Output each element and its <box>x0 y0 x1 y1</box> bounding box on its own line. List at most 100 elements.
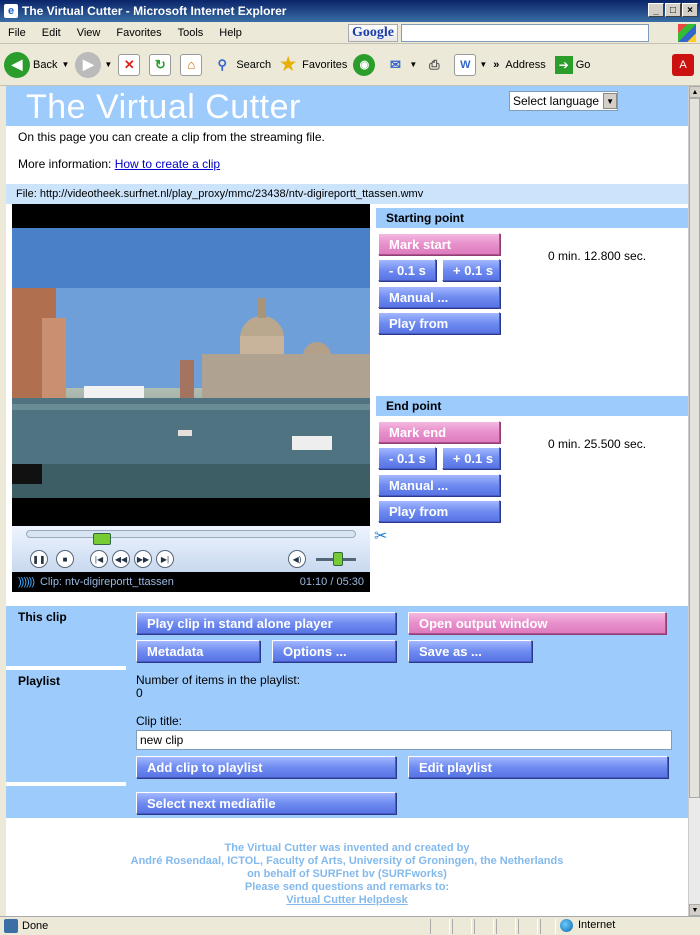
seek-bar[interactable] <box>26 530 356 545</box>
fast-forward-button[interactable]: ▶▶ <box>134 550 152 568</box>
save-as-button[interactable]: Save as ... <box>408 640 532 662</box>
search-button[interactable]: ⚲ Search <box>211 54 272 76</box>
window-title: The Virtual Cutter - Microsoft Internet … <box>22 4 287 18</box>
google-button[interactable]: Google <box>348 24 398 42</box>
video-player[interactable]: ❚❚ ■ |◀ ◀◀ ▶▶ ▶| ◀) )))))) Clip: ntv-dig… <box>12 204 370 592</box>
menu-favorites[interactable]: Favorites <box>108 27 169 39</box>
forward-arrow-icon: ▶ <box>75 51 102 78</box>
player-time: 01:10 / 05:30 <box>299 576 364 588</box>
status-text: Done <box>0 919 48 933</box>
divider <box>6 782 126 786</box>
edit-playlist-button[interactable]: Edit playlist <box>408 756 668 778</box>
scroll-down-icon[interactable]: ▼ <box>689 904 700 916</box>
edit-button[interactable]: W ▼ <box>454 53 487 76</box>
clip-name: Clip: ntv-digireportt_ttassen <box>39 576 174 588</box>
select-next-mediafile-button[interactable]: Select next mediafile <box>136 792 396 814</box>
status-cell <box>518 919 538 934</box>
scroll-up-icon[interactable]: ▲ <box>689 86 700 98</box>
mark-end-button[interactable]: Mark end <box>378 421 500 443</box>
language-select[interactable]: Select language ▼ <box>509 91 619 111</box>
stop-icon: ✕ <box>118 53 141 76</box>
seek-thumb[interactable] <box>93 533 111 545</box>
go-button[interactable]: ➔ Go <box>552 55 591 74</box>
rewind-button[interactable]: ◀◀ <box>112 550 130 568</box>
refresh-button[interactable]: ↻ <box>149 53 174 76</box>
stop-button[interactable]: ■ <box>56 550 74 568</box>
forward-button[interactable]: ▶ ▼ <box>75 51 113 78</box>
menu-edit[interactable]: Edit <box>34 27 69 39</box>
scroll-thumb[interactable] <box>689 98 700 798</box>
metadata-button[interactable]: Metadata <box>136 640 260 662</box>
media-button[interactable]: ◉ <box>353 53 378 76</box>
clip-title-input[interactable]: new clip <box>136 730 672 750</box>
pause-button[interactable]: ❚❚ <box>30 550 48 568</box>
maximize-button[interactable]: □ <box>665 3 681 17</box>
menu-tools[interactable]: Tools <box>170 27 212 39</box>
end-play-from-button[interactable]: Play from <box>378 500 500 522</box>
stop-button[interactable]: ✕ <box>118 53 143 76</box>
play-standalone-button[interactable]: Play clip in stand alone player <box>136 612 396 634</box>
volume-thumb[interactable] <box>333 552 343 566</box>
back-button[interactable]: ◀ Back ▼ <box>4 51 70 78</box>
back-arrow-icon: ◀ <box>4 51 30 78</box>
footer: The Virtual Cutter was invented and crea… <box>6 818 688 916</box>
media-icon: ◉ <box>353 53 376 76</box>
page-content: The Virtual Cutter Select language ▼ On … <box>6 86 688 916</box>
ie-logo-icon: e <box>4 4 18 18</box>
menu-file[interactable]: File <box>0 27 34 39</box>
menu-view[interactable]: View <box>69 27 109 39</box>
mark-start-button[interactable]: Mark start <box>378 233 500 255</box>
more-info: More information: How to create a clip <box>18 157 220 171</box>
add-to-playlist-button[interactable]: Add clip to playlist <box>136 756 396 778</box>
vertical-scrollbar[interactable]: ▲ ▼ <box>688 86 700 916</box>
menu-help[interactable]: Help <box>211 27 250 39</box>
mail-button[interactable]: ✉ ▼ <box>384 54 417 76</box>
dropdown-arrow-icon: ▼ <box>104 60 113 69</box>
dropdown-arrow-icon: ▼ <box>409 60 418 69</box>
status-bar: Done Internet <box>0 916 700 935</box>
go-arrow-icon: ➔ <box>554 55 573 74</box>
start-play-from-button[interactable]: Play from <box>378 312 500 334</box>
browser-window: e The Virtual Cutter - Microsoft Interne… <box>0 0 700 935</box>
file-path: File: http://videotheek.surfnet.nl/play_… <box>6 184 688 204</box>
scissors-icon[interactable]: ✂ <box>374 526 387 546</box>
chevron-down-icon: ▼ <box>603 93 618 109</box>
title-bar: e The Virtual Cutter - Microsoft Interne… <box>0 0 700 22</box>
next-button[interactable]: ▶| <box>156 550 174 568</box>
internet-zone: Internet <box>560 919 615 932</box>
pdf-icon[interactable]: A <box>672 54 694 76</box>
print-button[interactable]: ⎙ <box>423 54 448 76</box>
mute-button[interactable]: ◀) <box>288 550 306 568</box>
minimize-button[interactable]: _ <box>648 3 664 17</box>
open-output-window-button[interactable]: Open output window <box>408 612 666 634</box>
close-button[interactable]: × <box>682 3 698 17</box>
google-toolbar: Google <box>348 24 649 42</box>
previous-button[interactable]: |◀ <box>90 550 108 568</box>
end-plus-button[interactable]: + 0.1 s <box>442 447 500 469</box>
start-plus-button[interactable]: + 0.1 s <box>442 259 500 281</box>
go-label: Go <box>575 58 591 71</box>
how-to-link[interactable]: How to create a clip <box>115 157 220 171</box>
status-cell <box>430 919 450 934</box>
dropdown-arrow-icon: ▼ <box>61 60 70 69</box>
toolbar-chevron[interactable]: » <box>493 59 499 71</box>
end-minus-button[interactable]: - 0.1 s <box>378 447 436 469</box>
start-minus-button[interactable]: - 0.1 s <box>378 259 436 281</box>
playlist-label: Playlist <box>6 670 126 778</box>
google-search-input[interactable] <box>401 24 649 42</box>
word-icon: W <box>454 53 477 76</box>
starting-point-heading: Starting point <box>376 208 688 228</box>
printer-icon: ⎙ <box>429 56 440 72</box>
windows-logo-icon <box>678 24 696 42</box>
start-manual-button[interactable]: Manual ... <box>378 286 500 308</box>
home-button[interactable]: ⌂ <box>180 53 205 76</box>
home-icon: ⌂ <box>180 53 203 76</box>
menu-bar: File Edit View Favorites Tools Help Goog… <box>0 22 700 44</box>
status-cell <box>496 919 516 934</box>
end-point-heading: End point <box>376 396 688 416</box>
options-button[interactable]: Options ... <box>272 640 396 662</box>
helpdesk-link[interactable]: Virtual Cutter Helpdesk <box>286 894 407 906</box>
end-manual-button[interactable]: Manual ... <box>378 474 500 496</box>
favorites-button[interactable]: ★ Favorites <box>277 54 347 76</box>
footer-line: The Virtual Cutter was invented and crea… <box>224 842 470 854</box>
